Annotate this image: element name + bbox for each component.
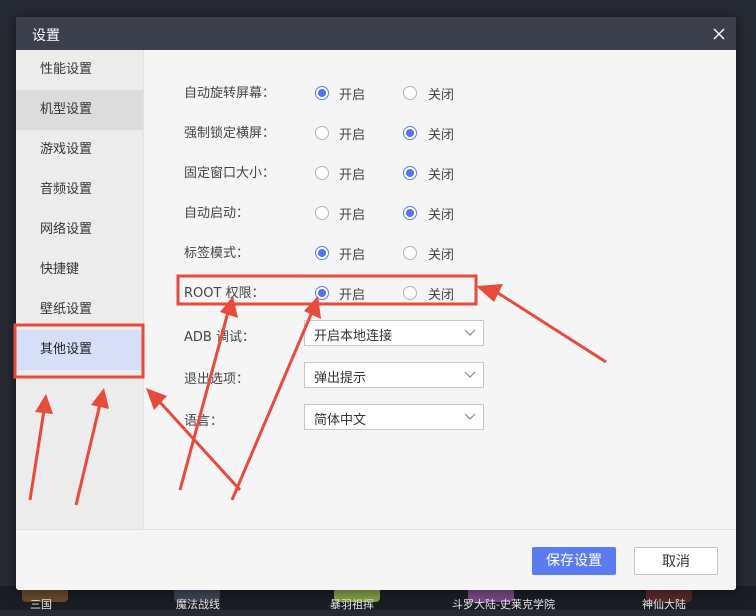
settings-dialog: 设置 性能设置 机型设置 游戏设置 音频设置 网络设置 快捷键 壁纸设置 其他设… [16, 17, 736, 590]
sidebar-item-performance[interactable]: 性能设置 [16, 50, 143, 90]
background-game-label[interactable]: 魔法战线 [176, 596, 220, 616]
adb-debug-value: 开启本地连接 [314, 329, 393, 344]
auto-start-on-label[interactable]: 开启 [339, 204, 365, 223]
settings-sidebar: 性能设置 机型设置 游戏设置 音频设置 网络设置 快捷键 壁纸设置 其他设置 [16, 50, 143, 529]
sidebar-item-other[interactable]: 其他设置 [16, 330, 143, 370]
language-label: 语言： [184, 414, 224, 429]
auto-start-off-radio[interactable] [403, 206, 417, 220]
background-game-label[interactable]: 斗罗大陆-史莱克学院 [452, 596, 555, 616]
tab-mode-on-radio[interactable] [315, 246, 329, 260]
exit-option-label: 退出选项： [184, 372, 250, 387]
exit-option-value: 弹出提示 [314, 371, 367, 386]
auto-rotate-on-radio[interactable] [315, 86, 329, 100]
tab-mode-off-radio[interactable] [403, 246, 417, 260]
root-permission-off-label[interactable]: 关闭 [428, 284, 454, 303]
lock-landscape-off-radio[interactable] [403, 126, 417, 140]
sidebar-item-device-model[interactable]: 机型设置 [16, 90, 143, 130]
background-game-label[interactable]: 三国 [30, 596, 52, 616]
dialog-footer: 保存设置 取消 [16, 529, 736, 590]
sidebar-item-game[interactable]: 游戏设置 [16, 130, 143, 170]
fixed-window-size-off-label[interactable]: 关闭 [428, 164, 454, 183]
root-permission-off-radio[interactable] [403, 286, 417, 300]
tab-mode-off-label[interactable]: 关闭 [428, 244, 454, 263]
lock-landscape-label: 强制锁定横屏： [184, 126, 276, 141]
dialog-title: 设置 [32, 28, 60, 44]
lock-landscape-on-label[interactable]: 开启 [339, 124, 365, 143]
chevron-down-icon [464, 413, 476, 420]
chevron-down-icon [464, 371, 476, 378]
fixed-window-size-on-label[interactable]: 开启 [339, 164, 365, 183]
adb-debug-select[interactable]: 开启本地连接 [304, 320, 484, 346]
root-permission-label: ROOT 权限： [184, 286, 265, 301]
lock-landscape-off-label[interactable]: 关闭 [428, 124, 454, 143]
auto-rotate-off-label[interactable]: 关闭 [428, 84, 454, 103]
language-value: 简体中文 [314, 413, 367, 428]
close-button[interactable] [706, 21, 732, 47]
sidebar-item-network[interactable]: 网络设置 [16, 210, 143, 250]
auto-start-off-label[interactable]: 关闭 [428, 204, 454, 223]
tab-mode-on-label[interactable]: 开启 [339, 244, 365, 263]
auto-start-on-radio[interactable] [315, 206, 329, 220]
background-game-label[interactable]: 神仙大陆 [642, 596, 686, 616]
auto-rotate-label: 自动旋转屏幕： [184, 86, 276, 101]
auto-start-label: 自动启动： [184, 206, 250, 221]
dialog-titlebar: 设置 [16, 17, 736, 50]
sidebar-item-audio[interactable]: 音频设置 [16, 170, 143, 210]
fixed-window-size-label: 固定窗口大小： [184, 166, 276, 181]
sidebar-item-wallpaper[interactable]: 壁纸设置 [16, 290, 143, 330]
background-game-label[interactable]: 暴羽祖挥 [330, 596, 374, 616]
auto-rotate-on-label[interactable]: 开启 [339, 84, 365, 103]
chevron-down-icon [464, 329, 476, 336]
tab-mode-label: 标签模式： [184, 246, 250, 261]
save-button[interactable]: 保存设置 [532, 547, 616, 575]
fixed-window-size-on-radio[interactable] [315, 166, 329, 180]
sidebar-item-shortcuts[interactable]: 快捷键 [16, 250, 143, 290]
adb-debug-label: ADB 调试： [184, 330, 255, 345]
close-icon [713, 28, 725, 40]
root-permission-on-label[interactable]: 开启 [339, 284, 365, 303]
exit-option-select[interactable]: 弹出提示 [304, 362, 484, 388]
root-permission-on-radio[interactable] [315, 286, 329, 300]
fixed-window-size-off-radio[interactable] [403, 166, 417, 180]
auto-rotate-off-radio[interactable] [403, 86, 417, 100]
cancel-button[interactable]: 取消 [634, 547, 718, 575]
lock-landscape-on-radio[interactable] [315, 126, 329, 140]
settings-panel: 自动旋转屏幕： 开启 关闭 强制锁定横屏： 开启 关闭 固定窗口大小： 开启 关… [143, 50, 736, 529]
language-select[interactable]: 简体中文 [304, 404, 484, 430]
